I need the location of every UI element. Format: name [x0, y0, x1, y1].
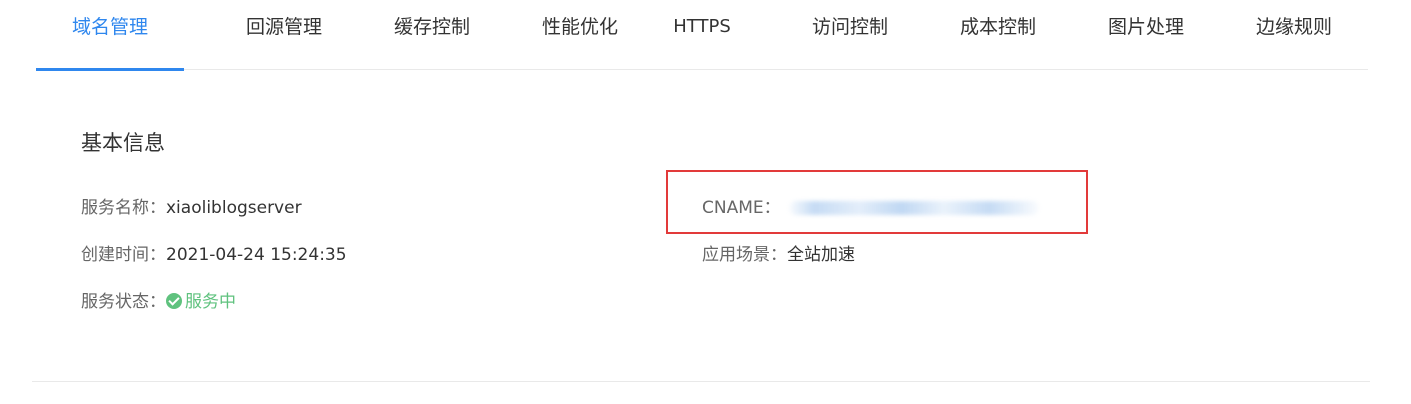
- tab-bar: 域名管理 回源管理 缓存控制 性能优化 HTTPS 访问控制 成本控制 图片处理…: [36, 0, 1368, 71]
- bottom-divider: [32, 381, 1370, 382]
- tab-origin-management[interactable]: 回源管理: [210, 0, 358, 70]
- field-label: 创建时间：: [81, 245, 166, 265]
- tab-cache-control[interactable]: 缓存控制: [358, 0, 506, 70]
- tab-domain-management[interactable]: 域名管理: [36, 0, 184, 71]
- tab-access-control[interactable]: 访问控制: [776, 0, 924, 70]
- check-circle-icon: [166, 293, 182, 309]
- tab-https[interactable]: HTTPS: [628, 0, 776, 70]
- tab-label: 边缘规则: [1255, 16, 1332, 38]
- tab-label: 图片处理: [1107, 16, 1184, 38]
- tab-image-processing[interactable]: 图片处理: [1072, 0, 1220, 70]
- cname-highlight-box: [666, 170, 1088, 234]
- created-time-value: 2021-04-24 15:24:35: [166, 245, 347, 265]
- field-label: 应用场景：: [702, 245, 787, 265]
- tab-cost-control[interactable]: 成本控制: [924, 0, 1072, 70]
- scenario-field: 应用场景：全站加速: [702, 243, 855, 267]
- field-label: 服务名称：: [81, 198, 166, 218]
- tab-label: 回源管理: [245, 16, 322, 38]
- section-title: 基本信息: [81, 131, 165, 155]
- service-status-value: 服务中: [185, 292, 236, 312]
- tab-label: 成本控制: [959, 16, 1036, 38]
- service-name-field: 服务名称：xiaoliblogserver: [81, 196, 302, 220]
- active-tab-indicator: [36, 68, 184, 71]
- scenario-value: 全站加速: [787, 245, 855, 265]
- tab-label: 缓存控制: [393, 16, 470, 38]
- service-status-field: 服务状态： 服务中: [81, 290, 236, 314]
- tab-edge-rules[interactable]: 边缘规则: [1220, 0, 1368, 70]
- tab-label: 性能优化: [541, 16, 618, 38]
- created-time-field: 创建时间：2021-04-24 15:24:35: [81, 243, 347, 267]
- tab-label: HTTPS: [673, 16, 731, 37]
- service-name-value: xiaoliblogserver: [166, 198, 302, 218]
- tab-label: 域名管理: [71, 16, 148, 38]
- field-label: 服务状态：: [81, 292, 166, 312]
- tab-label: 访问控制: [811, 16, 888, 38]
